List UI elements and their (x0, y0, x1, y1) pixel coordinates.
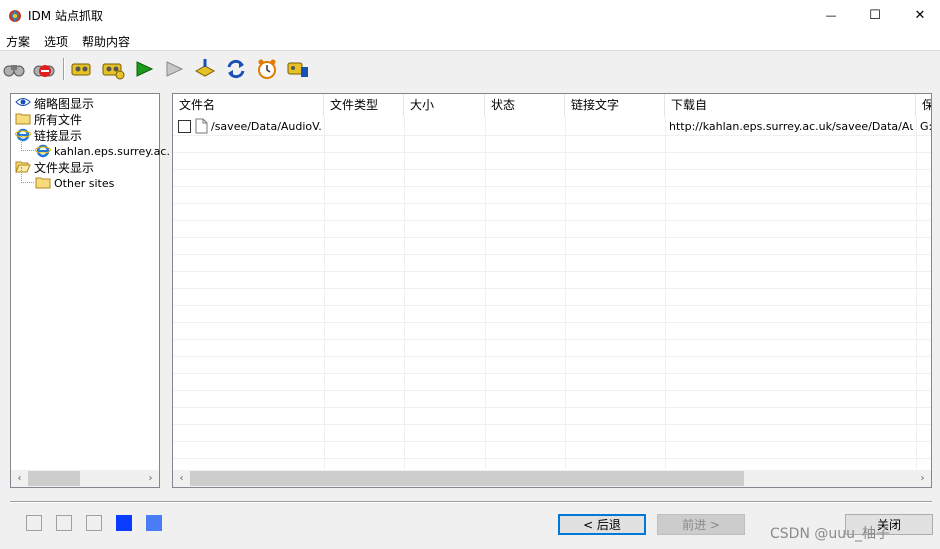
idm-app-icon (7, 7, 23, 23)
minimize-icon: — (825, 8, 837, 22)
grid-line (173, 390, 931, 391)
scroll-track[interactable] (190, 470, 914, 487)
toolbar-separator (63, 58, 65, 80)
scroll-track[interactable] (28, 470, 142, 487)
window-title: IDM 站点抓取 (28, 9, 103, 23)
scheduler-icon[interactable] (255, 57, 279, 81)
tree-item-label: kahlan.eps.surrey.ac. (54, 144, 170, 158)
tree-connector (21, 135, 34, 151)
tree-item-label: 缩略图显示 (34, 96, 95, 111)
next-button[interactable]: 前进 > (657, 514, 745, 535)
tree-item-label: 所有文件 (34, 112, 83, 127)
menu-options[interactable]: 选项 (44, 33, 68, 50)
folder-icon (35, 174, 51, 193)
column-header-download-from[interactable]: 下载自 (665, 94, 916, 117)
grid-line (173, 288, 931, 289)
grid-line (173, 220, 931, 221)
scroll-thumb[interactable] (190, 471, 744, 486)
watermark-text: CSDN @uuu_柚子 (770, 526, 890, 542)
tree-item-site[interactable]: kahlan.eps.surrey.ac. (21, 135, 170, 159)
grid-line (173, 169, 931, 170)
step-indicator (26, 515, 42, 531)
step-indicator (86, 515, 102, 531)
maximize-button[interactable]: ☐ (852, 0, 898, 30)
step-indicator (146, 515, 162, 531)
grid-line (173, 135, 931, 136)
column-header-save-to[interactable]: 保 (916, 94, 931, 117)
grid-line (173, 322, 931, 323)
grid-line (916, 117, 917, 469)
refresh-icon[interactable] (224, 57, 248, 81)
grid-line (173, 186, 931, 187)
filter-icon[interactable] (70, 57, 94, 81)
minimize-button[interactable]: — (808, 0, 854, 30)
tree-horizontal-scrollbar[interactable]: ‹ › (11, 470, 159, 487)
menu-scheme[interactable]: 方案 (6, 33, 30, 50)
grid-line (173, 356, 931, 357)
grid-line (173, 424, 931, 425)
bottom-divider (10, 501, 932, 503)
grid-line (485, 117, 486, 469)
back-button[interactable]: < 后退 (558, 514, 646, 535)
list-header: 文件名 文件类型 大小 状态 链接文字 下载自 保 (173, 94, 931, 117)
play-icon[interactable] (132, 57, 156, 81)
tree-item-other-sites[interactable]: Other sites (21, 167, 115, 193)
cell-download-from: http://kahlan.eps.surrey.ac.uk/savee/Dat… (669, 120, 913, 133)
grid-line (324, 117, 325, 469)
tree-connector (21, 167, 34, 183)
title-bar: IDM 站点抓取 — ☐ ✕ (0, 0, 940, 30)
close-icon: ✕ (914, 7, 926, 23)
column-header-link-text[interactable]: 链接文字 (565, 94, 665, 117)
maximize-icon: ☐ (869, 7, 881, 23)
grid-line (173, 458, 931, 459)
grid-line (665, 117, 666, 469)
binoculars-stop-icon[interactable] (32, 57, 56, 81)
tasks-icon[interactable] (286, 57, 310, 81)
cell-filename: /savee/Data/AudioV... (211, 120, 323, 133)
cell-save-to: G: (920, 120, 932, 133)
list-horizontal-scrollbar[interactable]: ‹ › (173, 470, 931, 487)
grid-line (173, 237, 931, 238)
column-header-size[interactable]: 大小 (404, 94, 485, 117)
scroll-right-icon[interactable]: › (142, 470, 159, 487)
column-header-filetype[interactable]: 文件类型 (324, 94, 404, 117)
file-list-panel[interactable]: 文件名 文件类型 大小 状态 链接文字 下载自 保 /savee/Data/Au… (172, 93, 932, 488)
grid-line (173, 305, 931, 306)
column-header-status[interactable]: 状态 (485, 94, 565, 117)
grid-line (173, 441, 931, 442)
grid-line (173, 407, 931, 408)
scroll-left-icon[interactable]: ‹ (173, 470, 190, 487)
step-indicator (116, 515, 132, 531)
menu-bar: 方案 选项 帮助内容 (0, 30, 940, 51)
step-indicator (56, 515, 72, 531)
play-disabled-icon[interactable] (162, 57, 186, 81)
binoculars-icon[interactable] (2, 57, 26, 81)
tree-item-label: Other sites (54, 176, 115, 190)
grid-line (173, 271, 931, 272)
grid-line (173, 254, 931, 255)
grid-line (565, 117, 566, 469)
grid-line (404, 117, 405, 469)
close-window-button[interactable]: ✕ (897, 0, 940, 30)
grid-line (173, 373, 931, 374)
column-header-filename[interactable]: 文件名 (173, 94, 324, 117)
menu-help[interactable]: 帮助内容 (82, 33, 130, 50)
import-icon[interactable] (193, 57, 217, 81)
toolbar (0, 52, 940, 86)
scroll-right-icon[interactable]: › (914, 470, 931, 487)
grid-line (173, 339, 931, 340)
table-row[interactable]: /savee/Data/AudioV... http://kahlan.eps.… (173, 117, 932, 137)
scroll-thumb[interactable] (28, 471, 80, 486)
scroll-left-icon[interactable]: ‹ (11, 470, 28, 487)
tree-panel[interactable]: 缩略图显示 所有文件 链接显示 kahlan.eps.surrey.ac. 文件… (10, 93, 170, 488)
file-icon (195, 118, 208, 137)
grid-line (173, 152, 931, 153)
filter-settings-icon[interactable] (101, 57, 125, 81)
row-checkbox[interactable] (178, 120, 191, 133)
grid-line (173, 203, 931, 204)
